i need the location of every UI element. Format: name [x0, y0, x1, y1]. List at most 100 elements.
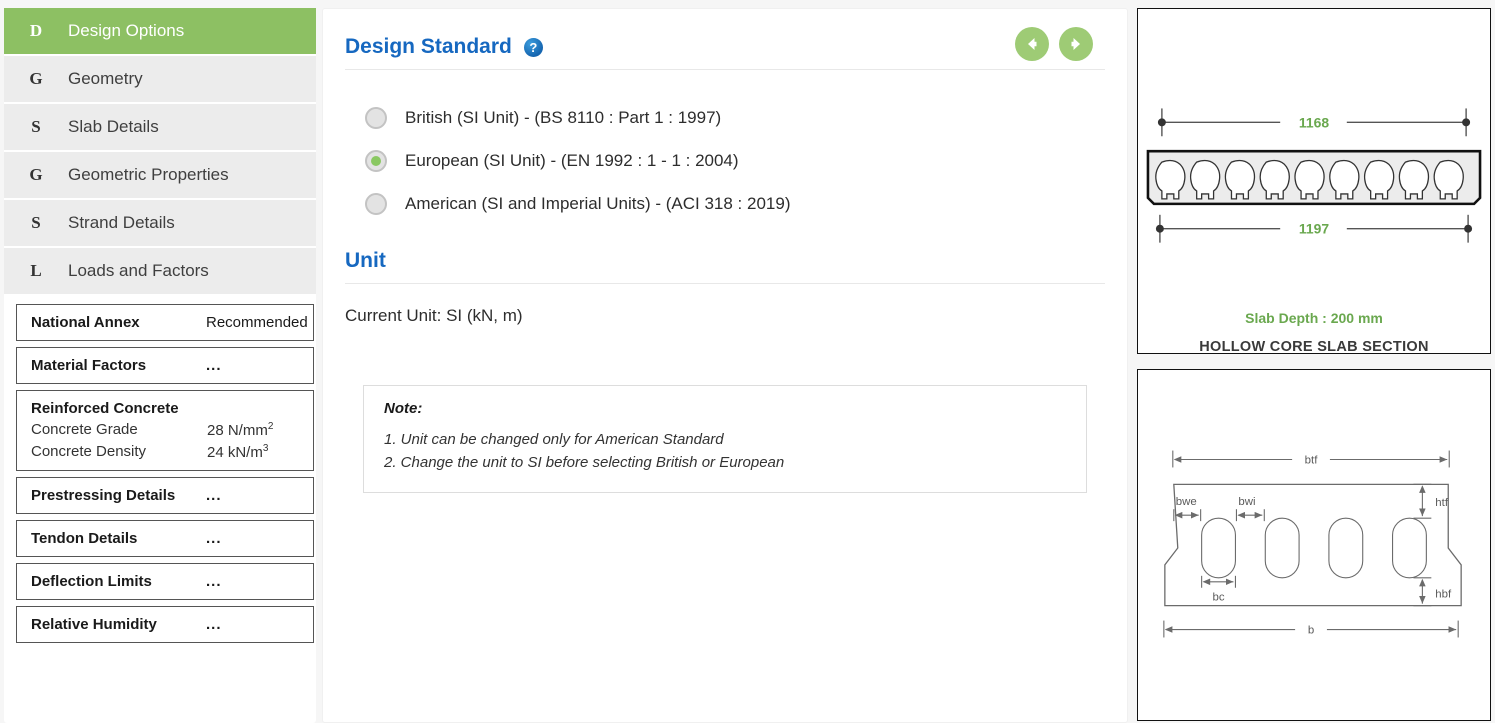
panel-title: Prestressing Details — [31, 487, 176, 504]
sidebar-item-letter: S — [31, 117, 41, 136]
dim-endpoint — [1464, 224, 1473, 233]
slab-parameters-card: btf bwe bwi bc htf hbf b — [1137, 369, 1491, 721]
app-root: D Design Options G Geometry S Slab Detai… — [0, 0, 1495, 723]
label-htf: htf — [1435, 497, 1449, 509]
radio-option-british[interactable]: British (SI Unit) - (BS 8110 : Part 1 : … — [365, 96, 1105, 139]
panel-prestressing-details[interactable]: Prestressing Details ... — [16, 477, 314, 514]
panel-sub-row-concrete-density: Concrete Density 24 kN/m3 — [31, 443, 299, 461]
panel-title: Relative Humidity — [31, 616, 157, 633]
radio-label-british: British (SI Unit) - (BS 8110 : Part 1 : … — [405, 107, 722, 127]
sidebar-item-letter: G — [29, 69, 43, 88]
sidebar-property-panels: National Annex Recommended Material Fact… — [4, 304, 316, 643]
panel-title: Material Factors — [31, 357, 147, 374]
radio-option-european[interactable]: European (SI Unit) - (EN 1992 : 1 - 1 : … — [365, 139, 1105, 182]
note-line-2: 2. Change the unit to SI before selectin… — [384, 454, 785, 471]
core-void — [1328, 517, 1364, 579]
slab-depth-label: Slab Depth : 200 mm — [1245, 310, 1383, 326]
panel-value: ... — [206, 487, 222, 504]
sidebar-item-slab-details[interactable]: S Slab Details — [4, 104, 316, 150]
parameter-core-voids — [1201, 517, 1427, 579]
panel-deflection-limits[interactable]: Deflection Limits ... — [16, 563, 314, 600]
label-bwe: bwe — [1176, 496, 1197, 508]
panel-material-factors[interactable]: Material Factors ... — [16, 347, 314, 384]
note-line-1: 1. Unit can be changed only for American… — [384, 431, 724, 448]
panel-value: ... — [206, 573, 222, 590]
label-bc: bc — [1213, 592, 1225, 604]
panel-title: Tendon Details — [31, 530, 138, 547]
radio-button-american[interactable] — [365, 192, 387, 215]
panel-value: Recommended — [206, 314, 308, 331]
radio-option-american[interactable]: American (SI and Imperial Units) - (ACI … — [365, 182, 1105, 225]
parameter-slab-outline — [1164, 483, 1462, 607]
main-content-panel: Design Standard ? British (SI Unit) - (B… — [322, 8, 1128, 723]
label-hbf: hbf — [1435, 589, 1452, 601]
core-voids — [1155, 159, 1464, 200]
label-b: b — [1308, 624, 1314, 636]
previous-step-button[interactable] — [1015, 27, 1049, 61]
slab-parameters-svg: btf bwe bwi bc htf hbf b — [1163, 450, 1462, 638]
panel-title: National Annex — [31, 314, 140, 331]
panel-value: ... — [206, 357, 222, 374]
arrow-left-icon — [1028, 38, 1037, 50]
note-box: Note: 1. Unit can be changed only for Am… — [363, 385, 1087, 493]
panel-tendon-details[interactable]: Tendon Details ... — [16, 520, 314, 557]
design-standard-header: Design Standard ? — [345, 27, 1105, 70]
design-standard-radio-group: British (SI Unit) - (BS 8110 : Part 1 : … — [365, 96, 1105, 225]
sidebar-item-letter: L — [30, 261, 42, 280]
core-void — [1201, 517, 1236, 579]
sidebar-item-label: Slab Details — [68, 117, 159, 136]
current-unit-text: Current Unit: SI (kN, m) — [345, 306, 523, 325]
sidebar-item-label: Strand Details — [68, 213, 175, 232]
radio-label-european: European (SI Unit) - (EN 1992 : 1 - 1 : … — [405, 150, 739, 170]
sidebar-item-geometry[interactable]: G Geometry — [4, 56, 316, 102]
core-void — [1264, 517, 1300, 579]
bottom-dimension-label: 1197 — [1299, 221, 1329, 237]
help-icon[interactable]: ? — [523, 37, 543, 57]
sub-label: Concrete Density — [31, 443, 147, 460]
next-step-button[interactable] — [1059, 27, 1093, 61]
sidebar: D Design Options G Geometry S Slab Detai… — [4, 8, 316, 723]
panel-relative-humidity[interactable]: Relative Humidity ... — [16, 606, 314, 643]
sub-value: 24 kN/m3 — [207, 443, 268, 461]
sub-value-number: 28 N/mm — [207, 422, 268, 439]
hollow-core-slab-section-card: 1168 1197 Slab Depth: 200 mm HOLLOW COR… — [1137, 8, 1491, 354]
sidebar-nav: D Design Options G Geometry S Slab Detai… — [4, 8, 316, 294]
label-bwi: bwi — [1238, 496, 1255, 508]
sidebar-item-loads-and-factors[interactable]: L Loads and Factors — [4, 248, 316, 294]
top-dimension-label: 1168 — [1299, 114, 1329, 130]
radio-label-american: American (SI and Imperial Units) - (ACI … — [405, 193, 791, 213]
sidebar-item-letter: G — [29, 165, 43, 184]
sidebar-item-label: Geometric Properties — [68, 165, 229, 184]
dim-endpoint — [1155, 224, 1164, 233]
dim-endpoint — [1462, 118, 1471, 127]
panel-reinforced-concrete[interactable]: Reinforced Concrete Concrete Grade 28 N/… — [16, 390, 314, 471]
diagram-column: 1168 1197 Slab Depth: 200 mm HOLLOW COR… — [1137, 8, 1491, 723]
sidebar-item-label: Geometry — [68, 69, 143, 88]
dim-endpoint — [1157, 118, 1166, 127]
hollow-core-slab-section-svg: 1168 1197 — [1146, 108, 1482, 243]
sidebar-item-geometric-properties[interactable]: G Geometric Properties — [4, 152, 316, 198]
sub-value-exponent: 2 — [267, 421, 274, 432]
panel-value: ... — [206, 530, 222, 547]
sidebar-item-strand-details[interactable]: S Strand Details — [4, 200, 316, 246]
core-void — [1392, 517, 1427, 579]
radio-button-british[interactable] — [365, 106, 387, 129]
panel-title: Reinforced Concrete — [31, 400, 179, 417]
label-btf: btf — [1305, 454, 1319, 466]
sidebar-item-letter: S — [31, 213, 41, 232]
page-title: Design Standard — [345, 35, 512, 58]
panel-value: ... — [206, 616, 222, 633]
sub-value: 28 N/mm2 — [207, 421, 273, 439]
sub-label: Concrete Grade — [31, 421, 138, 438]
unit-section-header: Unit — [345, 249, 1105, 284]
arrow-right-icon — [1071, 38, 1080, 50]
panel-title: Deflection Limits — [31, 573, 152, 590]
panel-national-annex[interactable]: National Annex Recommended — [16, 304, 314, 341]
unit-title: Unit — [345, 249, 386, 272]
sidebar-item-letter: D — [29, 21, 43, 40]
wizard-navigation — [1015, 27, 1093, 61]
radio-button-european[interactable] — [365, 149, 387, 172]
note-title: Note: — [384, 400, 423, 417]
sidebar-item-label: Design Options — [68, 21, 185, 40]
sidebar-item-design-options[interactable]: D Design Options — [4, 8, 316, 54]
